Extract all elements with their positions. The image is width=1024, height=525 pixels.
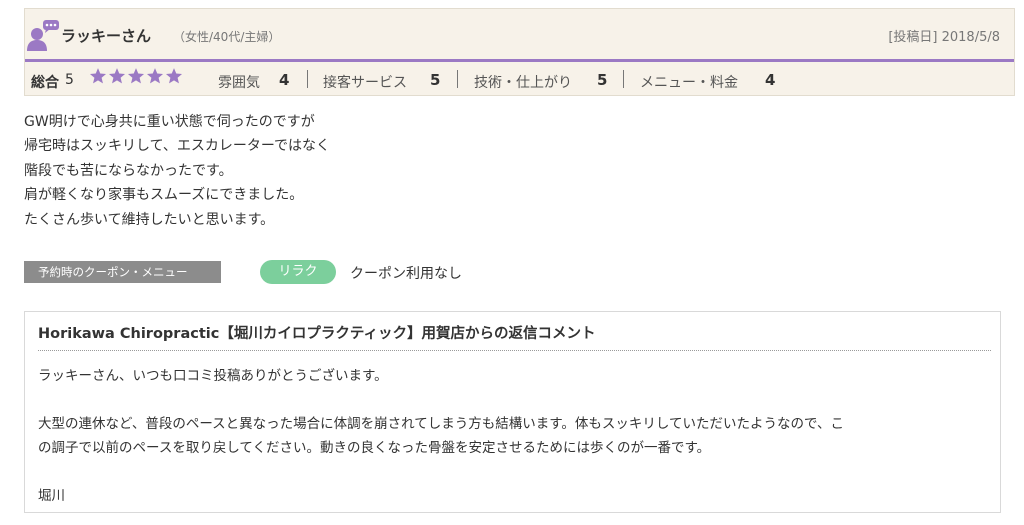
reviewer-info: ラッキーさん （女性/40代/主婦） [投稿日] 2018/5/8 [25,9,1014,59]
coupon-category-tag[interactable]: リラク [260,260,336,284]
star-icon [127,68,145,84]
separator [623,70,624,88]
review-line: 肩が軽くなり家事もスムーズにできました。 [24,187,304,204]
separator [457,70,458,88]
star-icon [165,68,183,84]
star-icon [89,68,107,84]
category-label-technique: 技術・仕上がり [474,75,572,91]
rating-row: 総合 5 雰囲気 4 接客サービス 5 技術・仕上がり 5 メニュー・料金 4 [25,62,1014,97]
total-rating-value: 5 [65,72,74,88]
review-line: 階段でも苦にならなかったです。 [24,162,233,179]
review-text: GW明けで心身共に重い状態で伺ったのですが 帰宅時はスッキリして、エスカレーター… [24,110,330,232]
owner-reply-box: Horikawa Chiropractic【堀川カイロプラクティック】用賀店から… [24,311,1001,513]
person-with-speech-bubble-icon [27,20,59,51]
category-label-menu-price: メニュー・料金 [640,75,738,91]
star-icon [146,68,164,84]
reply-paragraph-line: の調子で以前のペースを取り戻してください。動きの良くなった骨盤を安定させるために… [38,440,711,456]
post-date: [投稿日] 2018/5/8 [888,30,1000,45]
coupon-menu-label: 予約時のクーポン・メニュー [24,261,221,283]
review-line: 帰宅時はスッキリして、エスカレーターではなく [24,138,331,155]
category-label-service: 接客サービス [323,75,407,91]
separator [307,70,308,88]
category-value-atmosphere: 4 [279,71,290,89]
category-label-atmosphere: 雰囲気 [218,75,260,91]
review-line: GW明けで心身共に重い状態で伺ったのですが [24,114,315,130]
reply-divider [38,350,991,351]
star-icon [108,68,126,84]
reviewer-meta: （女性/40代/主婦） [173,30,281,44]
category-value-service: 5 [430,71,441,89]
category-value-technique: 5 [597,71,608,89]
reply-greeting: ラッキーさん、いつも口コミ投稿ありがとうございます。 [38,368,388,384]
reply-signature: 堀川 [38,488,65,504]
reviewer-name: ラッキーさん [61,27,152,45]
reply-paragraph-line: 大型の連休など、普段のペースと異なった場合に体調を崩されてしまう方も結構います。… [38,416,844,432]
total-rating-label: 総合 [31,75,59,91]
coupon-status-text: クーポン利用なし [350,266,462,282]
review-line: たくさん歩いて維持したいと思います。 [24,211,275,228]
review-header: ラッキーさん （女性/40代/主婦） [投稿日] 2018/5/8 総合 5 雰… [24,8,1015,96]
category-value-menu-price: 4 [765,71,776,89]
star-rating [89,67,184,91]
reply-body: ラッキーさん、いつも口コミ投稿ありがとうございます。 大型の連休など、普段のペー… [38,364,988,508]
reply-title: Horikawa Chiropractic【堀川カイロプラクティック】用賀店から… [38,326,596,342]
